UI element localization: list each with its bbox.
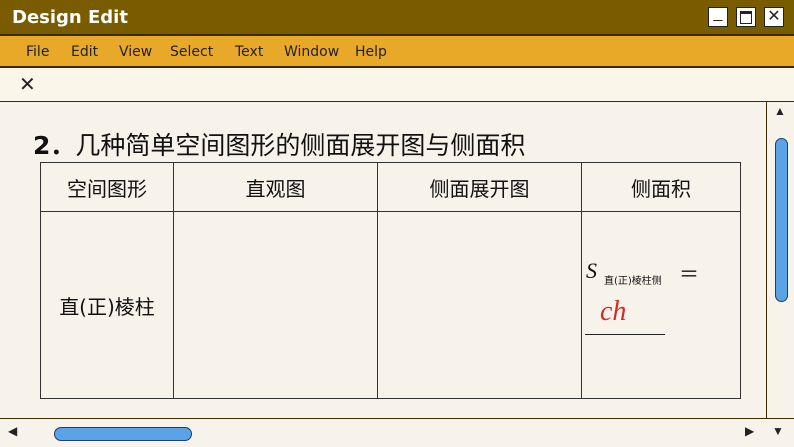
- vertical-scrollbar[interactable]: ▲: [766, 102, 794, 418]
- menu-text[interactable]: Text: [235, 44, 263, 60]
- answer-underline: [585, 334, 665, 335]
- scroll-down-icon[interactable]: ▼: [772, 424, 784, 438]
- area-formula: S 直(正)棱柱侧 ＝ ch: [582, 212, 740, 398]
- shape-name-cell: 直(正)棱柱: [40, 211, 174, 399]
- menu-window[interactable]: Window: [284, 44, 339, 60]
- table-header-row: 空间图形 直观图 侧面展开图 侧面积: [40, 162, 741, 212]
- document-heading: 2．几种简单空间图形的侧面展开图与侧面积: [33, 126, 525, 162]
- formula-subscript: 直(正)棱柱侧: [604, 276, 662, 287]
- document-canvas: 2．几种简单空间图形的侧面展开图与侧面积 空间图形 直观图 侧面展开图 侧面积 …: [0, 102, 766, 418]
- minimize-icon: _: [713, 5, 723, 22]
- header-cell-shape: 空间图形: [40, 162, 174, 212]
- area-cell: S 直(正)棱柱侧 ＝ ch: [581, 211, 741, 399]
- scroll-right-icon[interactable]: ▶: [745, 424, 754, 438]
- header-cell-view: 直观图: [173, 162, 378, 212]
- scroll-left-icon[interactable]: ◀: [8, 424, 17, 438]
- minimize-button[interactable]: _: [708, 5, 728, 27]
- menu-view[interactable]: View: [119, 44, 152, 60]
- menu-help[interactable]: Help: [355, 44, 387, 60]
- shape-table: 空间图形 直观图 侧面展开图 侧面积 直(正)棱柱 S 直(正)棱柱侧 ＝ ch: [40, 162, 741, 399]
- window-title: Design Edit: [12, 7, 128, 28]
- net-cell: [377, 211, 582, 399]
- maximize-button[interactable]: [736, 7, 756, 27]
- menu-bar: File Edit View Select Text Window Help: [0, 36, 794, 68]
- close-icon: ✕: [767, 8, 781, 25]
- table-row: 直(正)棱柱 S 直(正)棱柱侧 ＝ ch: [40, 211, 741, 399]
- maximize-icon: [740, 10, 752, 24]
- horizontal-scrollbar[interactable]: ◀ ▶ ▼: [0, 418, 794, 447]
- header-cell-area: 侧面积: [581, 162, 741, 212]
- formula-equals: ＝: [679, 262, 699, 286]
- heading-number: 2．: [33, 131, 76, 160]
- scroll-up-icon[interactable]: ▲: [774, 104, 786, 118]
- menu-edit[interactable]: Edit: [71, 44, 98, 60]
- vertical-scroll-thumb[interactable]: [775, 138, 788, 302]
- header-cell-net: 侧面展开图: [377, 162, 582, 212]
- view-cell: [173, 211, 378, 399]
- tab-close-icon[interactable]: ✕: [19, 72, 36, 97]
- formula-symbol: S: [586, 258, 597, 283]
- tab-bar: ✕: [0, 68, 794, 102]
- menu-select[interactable]: Select: [170, 44, 213, 60]
- title-bar: Design Edit _ ✕: [0, 0, 794, 36]
- close-button[interactable]: ✕: [764, 7, 784, 27]
- formula-answer: ch: [600, 296, 627, 327]
- menu-file[interactable]: File: [26, 44, 49, 60]
- horizontal-scroll-thumb[interactable]: [54, 427, 192, 441]
- heading-text: 几种简单空间图形的侧面展开图与侧面积: [75, 131, 526, 160]
